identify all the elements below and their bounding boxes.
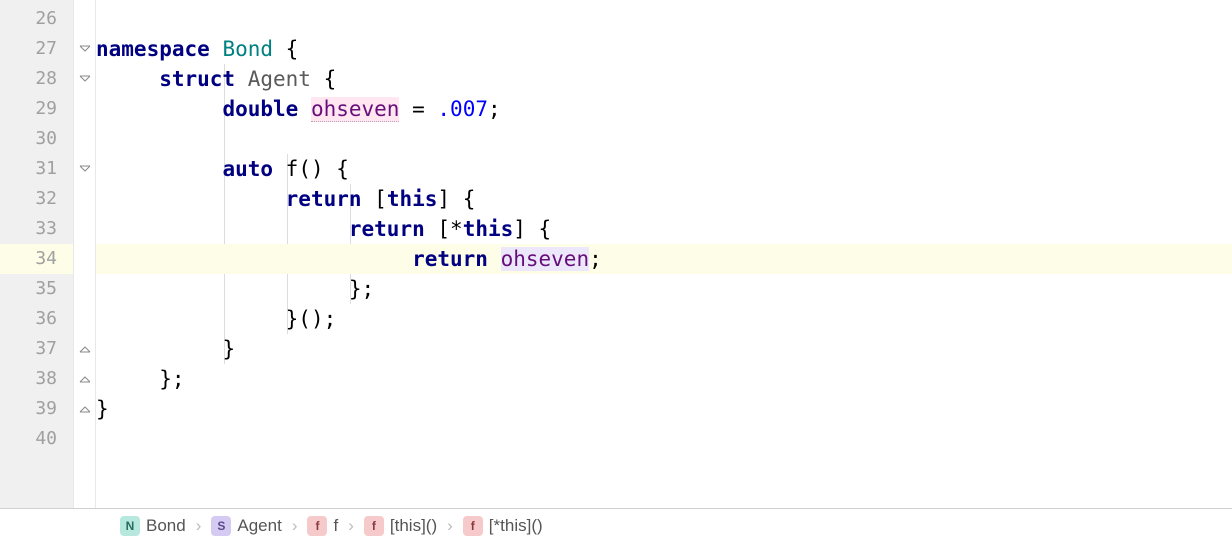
function-name: f	[286, 157, 299, 181]
line-number[interactable]: 29	[0, 94, 73, 124]
brace-close: }	[222, 337, 235, 361]
code-line: auto f() {	[96, 154, 1232, 184]
code-line: return [*this] {	[96, 214, 1232, 244]
keyword-this: this	[463, 217, 514, 241]
brace-open: {	[311, 67, 336, 91]
breadcrumb: NBond›SAgent›ff›f[this]()›f[*this]()	[0, 508, 1232, 542]
line-number-gutter[interactable]: 262728293031323334353637383940	[0, 0, 74, 508]
fold-spacer	[74, 184, 95, 214]
keyword-struct: struct	[159, 67, 235, 91]
editor-main: 262728293031323334353637383940	[0, 0, 1232, 508]
breadcrumb-label: [this]()	[390, 516, 437, 536]
fold-open-icon[interactable]	[74, 64, 95, 94]
code-line: };	[96, 364, 1232, 394]
keyword-return: return	[349, 217, 425, 241]
struct-name: Agent	[248, 67, 311, 91]
line-number[interactable]: 37	[0, 334, 73, 364]
equals: =	[399, 97, 437, 121]
line-number[interactable]: 33	[0, 214, 73, 244]
line-number[interactable]: 36	[0, 304, 73, 334]
line-number[interactable]: 40	[0, 424, 73, 454]
breadcrumb-item[interactable]: f [*this]()	[463, 516, 543, 536]
line-number[interactable]: 35	[0, 274, 73, 304]
breadcrumb-separator: ›	[192, 516, 206, 536]
keyword-auto: auto	[222, 157, 273, 181]
capture-open: [*	[437, 217, 462, 241]
breadcrumb-badge-icon: N	[120, 516, 140, 536]
code-line: struct Agent {	[96, 64, 1232, 94]
fold-spacer	[74, 304, 95, 334]
code-line-current: return ohseven;	[96, 244, 1232, 274]
keyword-return: return	[412, 247, 488, 271]
code-line	[96, 424, 1232, 454]
breadcrumb-label: Agent	[237, 516, 281, 536]
breadcrumb-separator: ›	[344, 516, 358, 536]
semicolon: ;	[488, 97, 501, 121]
capture-close: ] {	[513, 217, 551, 241]
line-number[interactable]: 32	[0, 184, 73, 214]
line-number[interactable]: 39	[0, 394, 73, 424]
namespace-name: Bond	[222, 37, 273, 61]
code-line: };	[96, 274, 1232, 304]
brace-close: }	[96, 397, 109, 421]
breadcrumb-label: f	[333, 516, 338, 536]
line-number[interactable]: 27	[0, 34, 73, 64]
line-number[interactable]: 30	[0, 124, 73, 154]
breadcrumb-badge-icon: S	[211, 516, 231, 536]
fold-spacer	[74, 94, 95, 124]
fold-column	[74, 0, 96, 508]
code-area[interactable]: namespace Bond { struct Agent { double o…	[96, 0, 1232, 508]
keyword-this: this	[387, 187, 438, 211]
line-number[interactable]: 28	[0, 64, 73, 94]
breadcrumb-item[interactable]: f [this]()	[364, 516, 437, 536]
keyword-return: return	[286, 187, 362, 211]
capture-close: ] {	[437, 187, 475, 211]
code-line: }();	[96, 304, 1232, 334]
fold-spacer	[74, 4, 95, 34]
breadcrumb-badge-icon: f	[307, 516, 327, 536]
capture-open: [	[374, 187, 387, 211]
code-line	[96, 124, 1232, 154]
fold-spacer	[74, 124, 95, 154]
code-line: }	[96, 334, 1232, 364]
semicolon: ;	[589, 247, 602, 271]
keyword-double: double	[222, 97, 298, 121]
line-number[interactable]: 26	[0, 4, 73, 34]
fold-open-icon[interactable]	[74, 154, 95, 184]
fold-close-icon[interactable]	[74, 334, 95, 364]
breadcrumb-item[interactable]: S Agent	[211, 516, 281, 536]
fold-close-icon[interactable]	[74, 394, 95, 424]
code-line: namespace Bond {	[96, 34, 1232, 64]
fold-spacer	[74, 274, 95, 304]
brace-close: };	[159, 367, 184, 391]
fold-spacer	[74, 214, 95, 244]
brace-close: }();	[286, 307, 337, 331]
identifier-ohseven: ohseven	[311, 97, 400, 122]
breadcrumb-label: [*this]()	[489, 516, 543, 536]
fold-open-icon[interactable]	[74, 34, 95, 64]
code-line: double ohseven = .007;	[96, 94, 1232, 124]
brace-open: {	[273, 37, 298, 61]
brace-close: };	[349, 277, 374, 301]
breadcrumb-badge-icon: f	[364, 516, 384, 536]
function-signature: () {	[298, 157, 349, 181]
keyword-namespace: namespace	[96, 37, 210, 61]
breadcrumb-badge-icon: f	[463, 516, 483, 536]
breadcrumb-item[interactable]: ff	[307, 516, 338, 536]
identifier-ohseven: ohseven	[501, 247, 590, 271]
fold-close-icon[interactable]	[74, 364, 95, 394]
breadcrumb-label: Bond	[146, 516, 186, 536]
breadcrumb-separator: ›	[443, 516, 457, 536]
editor-window: 262728293031323334353637383940	[0, 0, 1232, 542]
fold-spacer	[74, 244, 95, 274]
code-line: }	[96, 394, 1232, 424]
line-number[interactable]: 34	[0, 244, 73, 274]
number-literal: .007	[437, 97, 488, 121]
code-line: return [this] {	[96, 184, 1232, 214]
line-number[interactable]: 31	[0, 154, 73, 184]
breadcrumb-item[interactable]: N Bond	[120, 516, 186, 536]
line-number[interactable]: 38	[0, 364, 73, 394]
code-line	[96, 4, 1232, 34]
breadcrumb-separator: ›	[288, 516, 302, 536]
